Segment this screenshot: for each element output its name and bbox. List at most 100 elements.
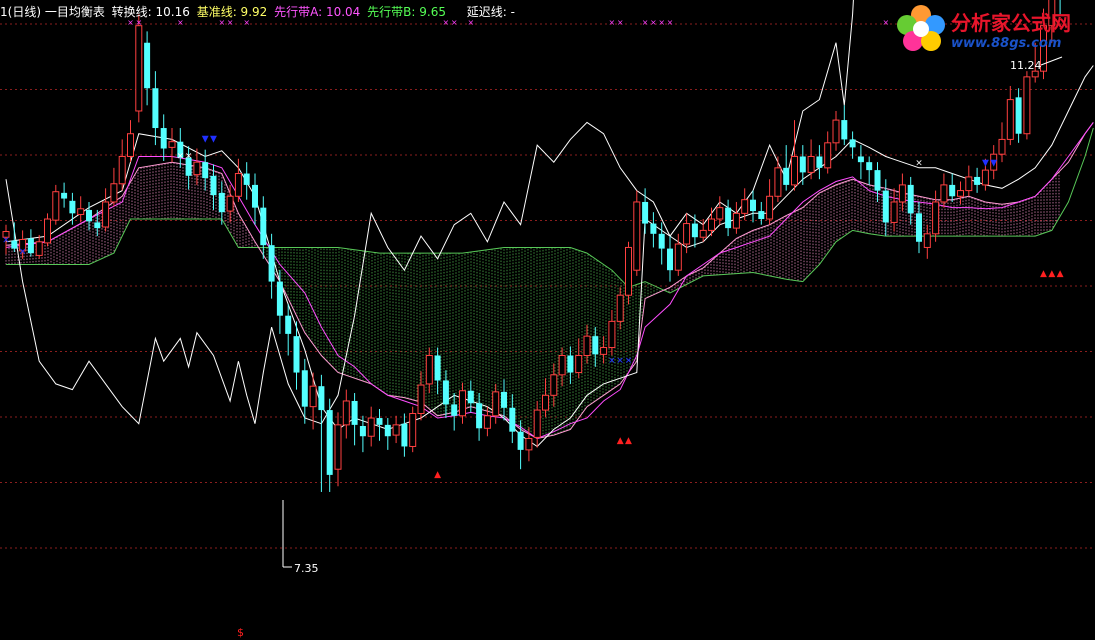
span-b-value: 先行带B: 9.65	[367, 5, 446, 19]
candle	[1023, 71, 1031, 140]
candle	[1006, 85, 1014, 146]
candle	[144, 31, 151, 106]
candle-body	[874, 170, 881, 191]
candle-body	[218, 192, 225, 213]
candle-body	[392, 424, 400, 436]
candle	[841, 105, 848, 146]
candle-body	[268, 245, 275, 282]
signal-marker: ▲	[1048, 269, 1055, 279]
logo-url: www.88gs.com	[951, 36, 1062, 51]
candle	[691, 214, 698, 248]
candle-body	[1023, 76, 1031, 135]
candle-body	[816, 156, 823, 168]
candle	[351, 393, 358, 446]
candle-body	[160, 128, 167, 149]
candle-body	[750, 199, 756, 212]
signal-markers: ✕✕▼▼✕✕✕▲▲▲▼▼▲▲▲×××××××××××××××××××××	[2, 18, 1063, 480]
candle-body	[807, 155, 815, 173]
signal-marker: ✕	[616, 356, 624, 366]
candle-body	[276, 281, 283, 316]
candle-body	[77, 208, 85, 215]
chart-title: 1(日线) 一目均衡表	[0, 5, 105, 19]
candle	[376, 408, 383, 441]
candle	[409, 406, 417, 453]
candle-body	[567, 355, 574, 373]
candle	[342, 389, 350, 439]
candle	[758, 201, 765, 225]
candle-body	[525, 438, 533, 451]
candle	[177, 128, 184, 168]
signal-marker: ▲	[625, 436, 632, 446]
min-price-label: 7.35	[294, 562, 319, 575]
candle-body	[326, 410, 333, 475]
candle	[923, 224, 931, 259]
candle-body	[52, 191, 60, 221]
candle	[783, 145, 790, 191]
candle-body	[725, 207, 732, 229]
signal-marker: ×	[177, 152, 185, 162]
chikou-line	[5, 0, 854, 425]
candle	[35, 234, 43, 259]
candle	[326, 398, 333, 492]
candle	[285, 304, 292, 356]
candle-body	[575, 354, 583, 374]
candle-body	[210, 175, 217, 196]
candle	[949, 173, 956, 202]
candle	[998, 122, 1006, 163]
candle-body	[691, 223, 698, 238]
candle-body	[94, 222, 101, 229]
ichimoku-cloud	[5, 162, 1060, 439]
candle	[807, 139, 815, 180]
signal-marker: ✕	[19, 247, 27, 257]
candle	[542, 378, 549, 417]
candle-body	[442, 380, 449, 405]
candle	[857, 145, 864, 180]
candle-body	[650, 223, 657, 234]
signal-marker: ▼	[202, 135, 209, 145]
candle	[11, 222, 18, 252]
candle	[367, 406, 375, 447]
candle-body	[766, 195, 774, 220]
candle-body	[923, 233, 931, 248]
candle-body	[342, 400, 350, 426]
chikou-value: 延迟线: -	[466, 5, 515, 19]
candle-body	[243, 173, 250, 185]
candle-body	[285, 315, 292, 334]
candle-body	[932, 201, 940, 235]
candle	[708, 207, 715, 237]
candle-body	[741, 199, 749, 214]
candle-body	[434, 355, 441, 381]
candle-body	[832, 119, 840, 144]
candle	[890, 188, 898, 232]
candle-body	[732, 212, 740, 229]
candle	[575, 338, 583, 379]
signal-marker: ✕	[2, 236, 10, 246]
candle-body	[974, 176, 981, 185]
candle-body	[318, 386, 325, 411]
span-a-value: 先行带A: 10.04	[274, 5, 361, 19]
candle-body	[633, 201, 641, 271]
candle-body	[882, 190, 889, 223]
candle	[334, 412, 342, 487]
candle	[44, 213, 51, 247]
candle-body	[425, 354, 433, 385]
candle-body	[252, 184, 258, 208]
candle-body	[799, 156, 806, 173]
ichimoku-candlestick-chart: ✕✕▼▼✕✕✕▲▲▲▼▼▲▲▲××××××××××××××××××××× 11.…	[0, 0, 1095, 639]
candle	[152, 71, 159, 146]
candle-body	[550, 374, 558, 396]
price-grid	[0, 23, 1095, 549]
candle-body	[193, 161, 201, 176]
candle-body	[226, 195, 234, 212]
candle	[816, 145, 823, 180]
candle	[965, 165, 973, 197]
candle-body	[501, 391, 507, 408]
candle-body	[558, 354, 566, 376]
candle	[61, 182, 68, 208]
candle-body	[144, 42, 151, 89]
candle-body	[152, 88, 159, 129]
top-signal-marker: ×	[642, 18, 649, 27]
candle-body	[517, 431, 524, 450]
candle	[102, 188, 110, 232]
candle-body	[658, 233, 665, 249]
